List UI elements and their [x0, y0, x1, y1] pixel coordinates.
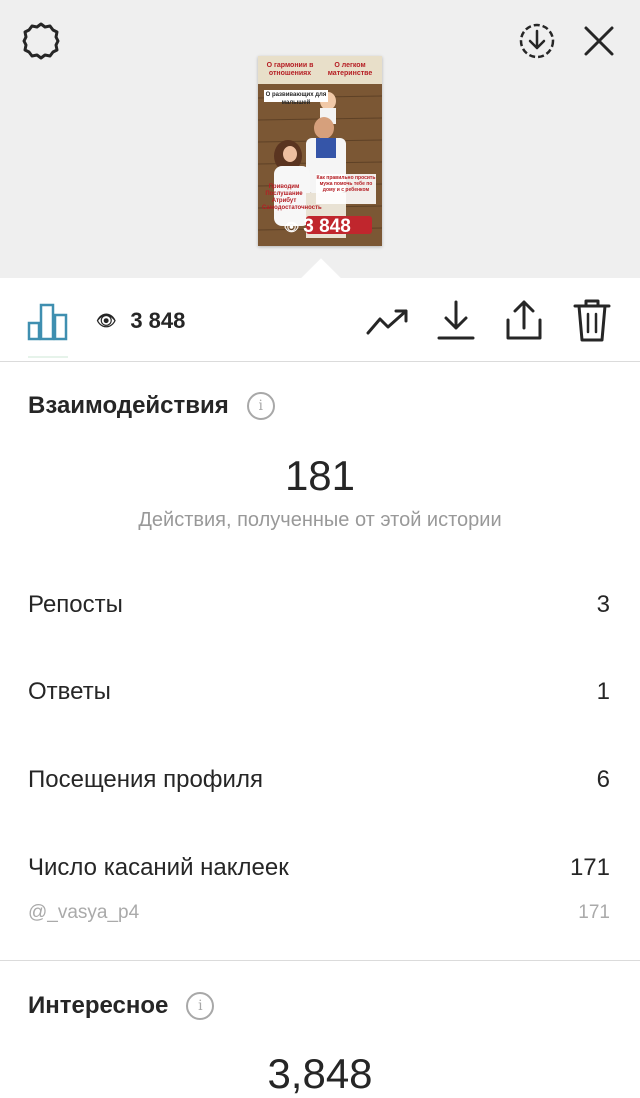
story-thumbnail[interactable]: О гармонии в отношениях О легком материн…	[258, 56, 382, 246]
close-button[interactable]	[578, 20, 620, 62]
close-icon	[584, 26, 614, 56]
story-preview-area: О гармонии в отношениях О легком материн…	[0, 0, 640, 278]
promote-button[interactable]	[364, 300, 412, 344]
interactions-total: 181	[284, 452, 356, 499]
bar-chart-icon	[27, 303, 68, 341]
stat-value: 171	[569, 854, 610, 881]
thumb-views-overlay: 👁 3 848	[284, 216, 351, 237]
stat-label: Ответы	[28, 678, 111, 705]
share-button[interactable]	[502, 296, 546, 344]
stat-row-replies: Ответы 1	[28, 678, 610, 706]
stat-row-profile-visits: Посещения профиля 6	[28, 766, 610, 794]
insights-toolbar: 👁 3 848	[0, 278, 640, 362]
info-icon[interactable]: i	[246, 392, 275, 420]
settings-button[interactable]	[18, 18, 64, 64]
trend-icon	[366, 309, 408, 335]
discovery-title: Интересное i	[28, 992, 215, 1020]
stat-label: Число касаний наклеек	[28, 854, 289, 881]
download-circle-button[interactable]	[514, 18, 560, 64]
gear-icon	[22, 22, 60, 60]
delete-button[interactable]	[570, 296, 614, 344]
thumb-caption-top-left: О гармонии в отношениях	[266, 62, 314, 77]
thumb-caption-top-right: О легком материнстве	[327, 62, 373, 77]
download-icon	[437, 300, 475, 340]
active-tab-indicator	[28, 356, 68, 358]
sticker-mention-value: 171	[578, 902, 610, 923]
interactions-title: Взаимодействия i	[28, 392, 275, 420]
stat-row-reposts: Репосты 3	[28, 591, 610, 619]
stat-value: 3	[596, 591, 610, 618]
section-divider	[0, 960, 640, 961]
share-icon	[506, 300, 542, 340]
thumb-caption-middle: О развивающих для малышей	[265, 92, 327, 106]
stat-row-sticker-mention: @_vasya_p4 171	[28, 902, 610, 924]
stat-value: 1	[596, 678, 610, 705]
thumb-caption-left: Приводим Послушание Атрибут Самодостаточ…	[262, 184, 322, 211]
views-count[interactable]: 👁 3 848	[96, 308, 185, 334]
thumb-caption-right: Как правильно просить мужа помочь тебе п…	[316, 175, 376, 193]
eye-icon: 👁	[96, 313, 117, 330]
eye-icon: 👁	[284, 220, 300, 234]
interactions-description: Действия, полученные от этой истории	[138, 509, 502, 531]
trash-icon	[573, 299, 611, 342]
discovery-total: 3,848	[267, 1050, 373, 1097]
save-button[interactable]	[434, 298, 478, 344]
stat-value: 6	[596, 766, 610, 793]
sticker-mention-label[interactable]: @_vasya_p4	[28, 902, 139, 924]
download-circle-icon	[519, 23, 555, 59]
tab-insights[interactable]	[26, 302, 70, 342]
info-icon[interactable]: i	[186, 992, 215, 1020]
stat-row-sticker-taps: Число касаний наклеек 171	[28, 854, 610, 882]
stat-label: Посещения профиля	[28, 766, 263, 793]
stat-label: Репосты	[28, 591, 123, 618]
